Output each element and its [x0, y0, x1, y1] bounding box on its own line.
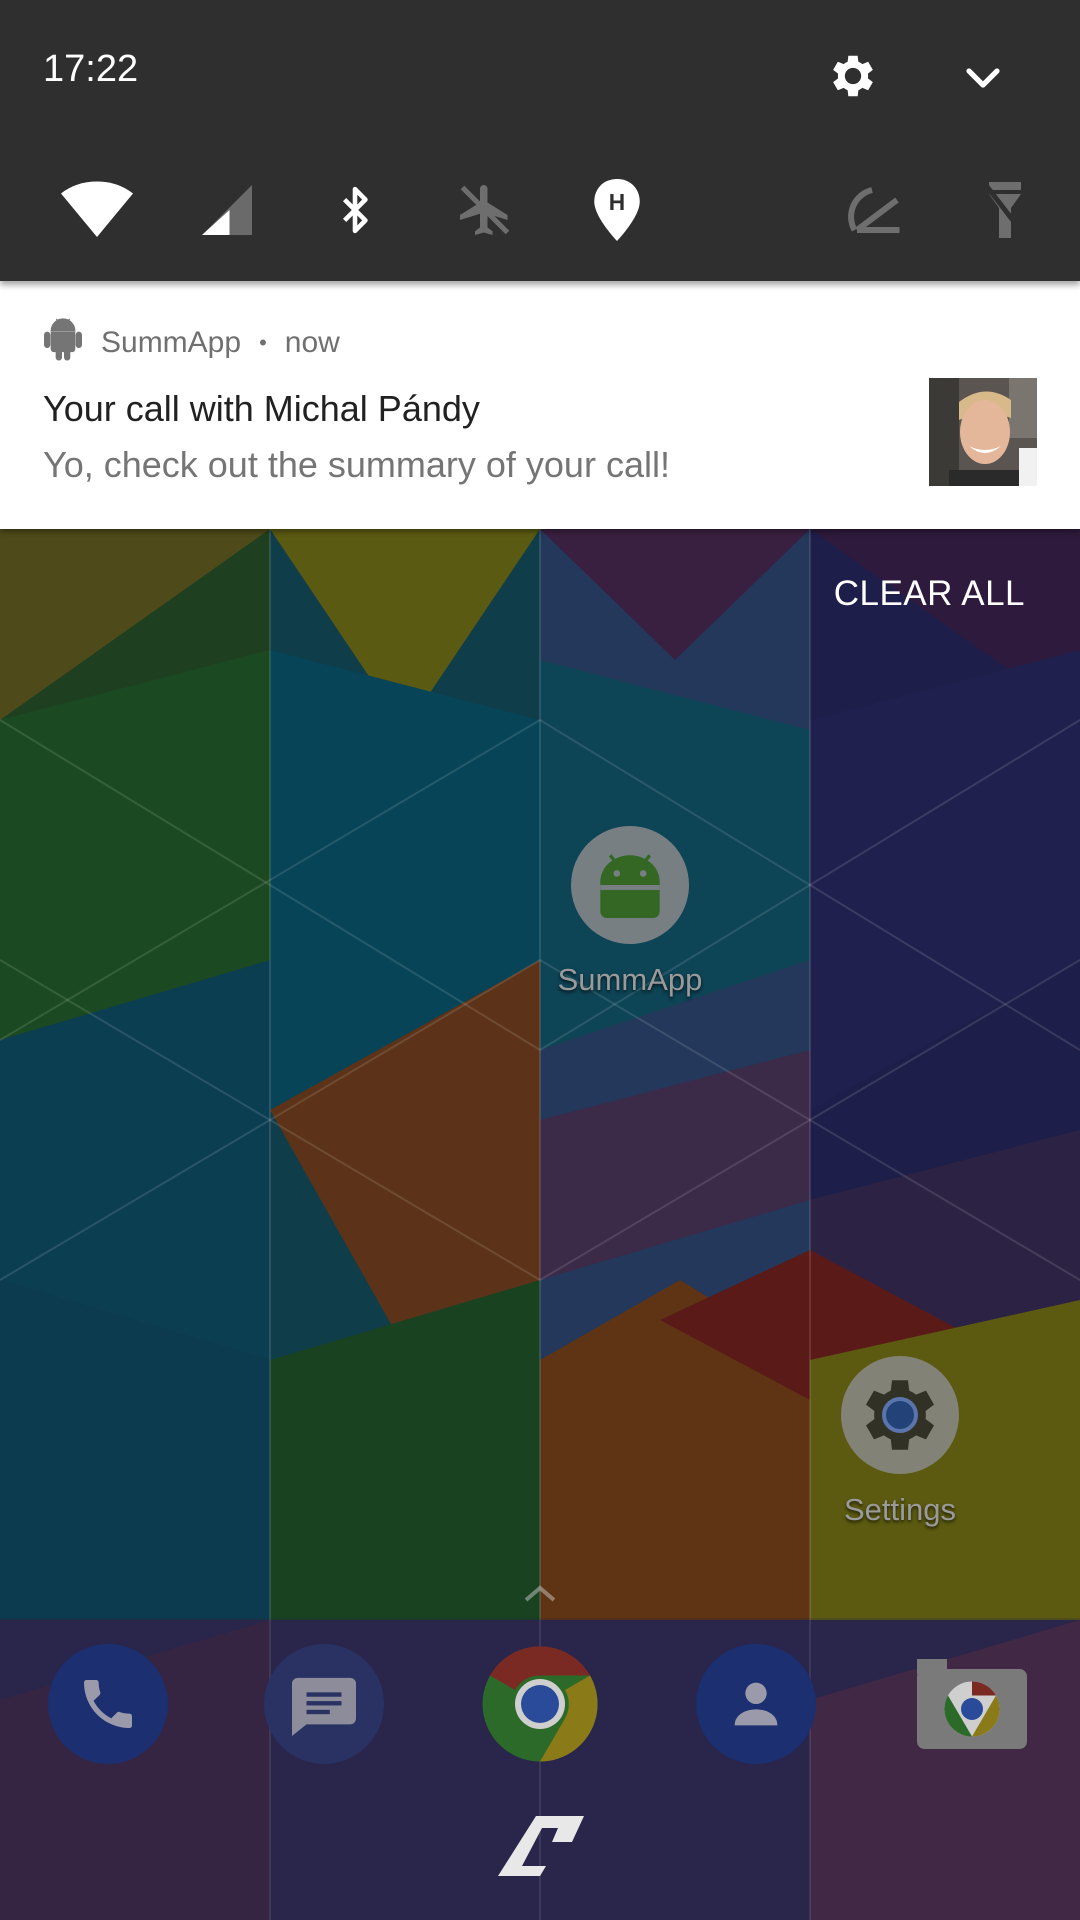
dock — [0, 1585, 1080, 1920]
gear-icon — [841, 1356, 959, 1474]
bluetooth-icon[interactable] — [315, 170, 395, 250]
app-summapp[interactable]: SummApp — [540, 826, 720, 998]
launcher-logo-icon[interactable] — [496, 1814, 586, 1878]
messages-icon[interactable] — [264, 1644, 384, 1764]
flashlight-icon[interactable] — [965, 170, 1045, 250]
notification-shade: 17:22 H — [0, 0, 1080, 281]
wifi-icon[interactable] — [57, 170, 137, 250]
rotate-icon[interactable] — [837, 170, 917, 250]
notification-card[interactable]: SummApp • now Your call with Michal Pánd… — [0, 281, 1080, 529]
notification-app-name: SummApp — [101, 326, 242, 359]
svg-text:H: H — [609, 189, 625, 215]
moon-icon[interactable] — [707, 170, 787, 250]
notification-header: SummApp • now — [43, 318, 340, 365]
app-drawer-chevron-icon[interactable] — [520, 1578, 560, 1608]
app-settings[interactable]: Settings — [810, 1356, 990, 1528]
settings-icon[interactable] — [825, 48, 881, 104]
android-icon — [571, 826, 689, 944]
notification-time: now — [284, 326, 340, 359]
app-label: SummApp — [557, 962, 703, 997]
airplane-icon[interactable] — [445, 170, 525, 250]
status-time: 17:22 — [43, 48, 139, 90]
notification-separator: • — [259, 330, 267, 355]
clear-all-button[interactable]: CLEAR ALL — [834, 574, 1025, 614]
android-icon — [43, 317, 83, 369]
notification-title: Your call with Michal Pándy — [43, 388, 480, 429]
camera-icon[interactable] — [912, 1644, 1032, 1764]
app-label: Settings — [843, 1492, 956, 1527]
cell-signal-icon[interactable] — [187, 170, 267, 250]
contacts-icon[interactable] — [696, 1644, 816, 1764]
location-pin-icon[interactable]: H — [577, 170, 657, 250]
notification-text: Yo, check out the summary of your call! — [43, 444, 670, 485]
phone-icon[interactable] — [48, 1644, 168, 1764]
quick-settings-row: H — [0, 170, 1080, 250]
expand-chevron-icon[interactable] — [955, 50, 1011, 106]
contact-avatar — [929, 378, 1037, 486]
chrome-icon[interactable] — [480, 1644, 600, 1764]
